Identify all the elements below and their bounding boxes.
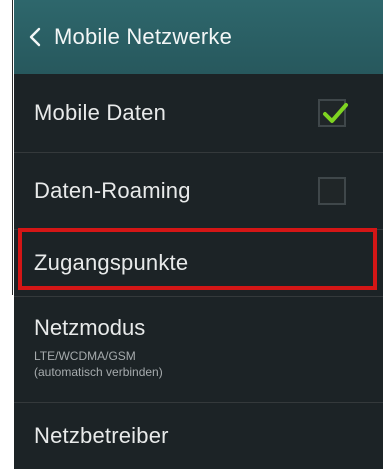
data-roaming-label: Daten-Roaming bbox=[34, 178, 191, 203]
mobile-data-checkbox[interactable] bbox=[318, 99, 348, 127]
settings-screen: Mobile Netzwerke Mobile Daten Daten-Roam… bbox=[14, 0, 383, 469]
network-mode-row[interactable]: Netzmodus LTE/WCDMA/GSM (automatisch ver… bbox=[14, 297, 383, 403]
data-roaming-row[interactable]: Daten-Roaming bbox=[14, 153, 383, 230]
back-button[interactable]: Mobile Netzwerke bbox=[14, 0, 232, 74]
chevron-left-icon bbox=[29, 27, 41, 47]
access-points-row[interactable]: Zugangspunkte bbox=[14, 230, 383, 297]
background-strip bbox=[0, 0, 13, 295]
network-mode-value-line1: LTE/WCDMA/GSM bbox=[34, 349, 136, 363]
checkmark-icon bbox=[323, 103, 348, 123]
action-bar: Mobile Netzwerke bbox=[14, 0, 383, 74]
data-roaming-checkbox[interactable] bbox=[318, 177, 346, 205]
network-mode-value: LTE/WCDMA/GSM (automatisch verbinden) bbox=[34, 348, 163, 380]
network-operator-row[interactable]: Netzbetreiber bbox=[14, 403, 383, 469]
network-mode-value-line2: (automatisch verbinden) bbox=[34, 365, 163, 379]
network-mode-label: Netzmodus bbox=[34, 315, 146, 340]
page-title: Mobile Netzwerke bbox=[54, 24, 233, 49]
network-operator-label: Netzbetreiber bbox=[34, 423, 169, 448]
mobile-data-row[interactable]: Mobile Daten bbox=[14, 74, 383, 153]
access-points-label: Zugangspunkte bbox=[34, 250, 189, 275]
mobile-data-label: Mobile Daten bbox=[34, 100, 167, 125]
